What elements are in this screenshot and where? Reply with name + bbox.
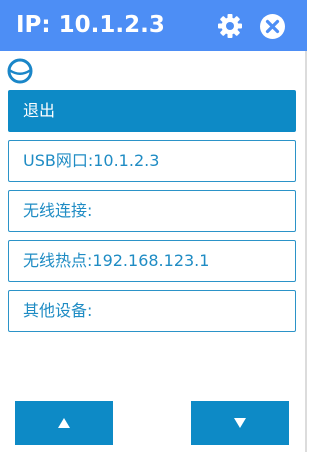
wireless-hotspot-item[interactable]: 无线热点:192.168.123.1 bbox=[8, 240, 296, 282]
usb-port-item[interactable]: USB网口:10.1.2.3 bbox=[8, 140, 296, 182]
exit-button[interactable]: 退出 bbox=[8, 90, 296, 132]
gear-icon bbox=[218, 14, 242, 38]
window-title: IP: 10.1.2.3 bbox=[16, 12, 165, 38]
scroll-down-button[interactable] bbox=[191, 401, 289, 445]
title-bar: IP: 10.1.2.3 bbox=[0, 0, 307, 51]
triangle-down-icon bbox=[234, 418, 246, 428]
other-devices-item[interactable]: 其他设备: bbox=[8, 290, 296, 332]
ring-logo-icon bbox=[7, 58, 33, 84]
app-logo bbox=[5, 58, 35, 84]
window-edge bbox=[305, 51, 307, 452]
triangle-up-icon bbox=[58, 418, 70, 428]
scroll-up-button[interactable] bbox=[15, 401, 113, 445]
settings-button[interactable] bbox=[216, 12, 244, 40]
close-icon bbox=[260, 14, 285, 39]
close-button[interactable] bbox=[259, 13, 286, 40]
wireless-connection-item[interactable]: 无线连接: bbox=[8, 190, 296, 232]
